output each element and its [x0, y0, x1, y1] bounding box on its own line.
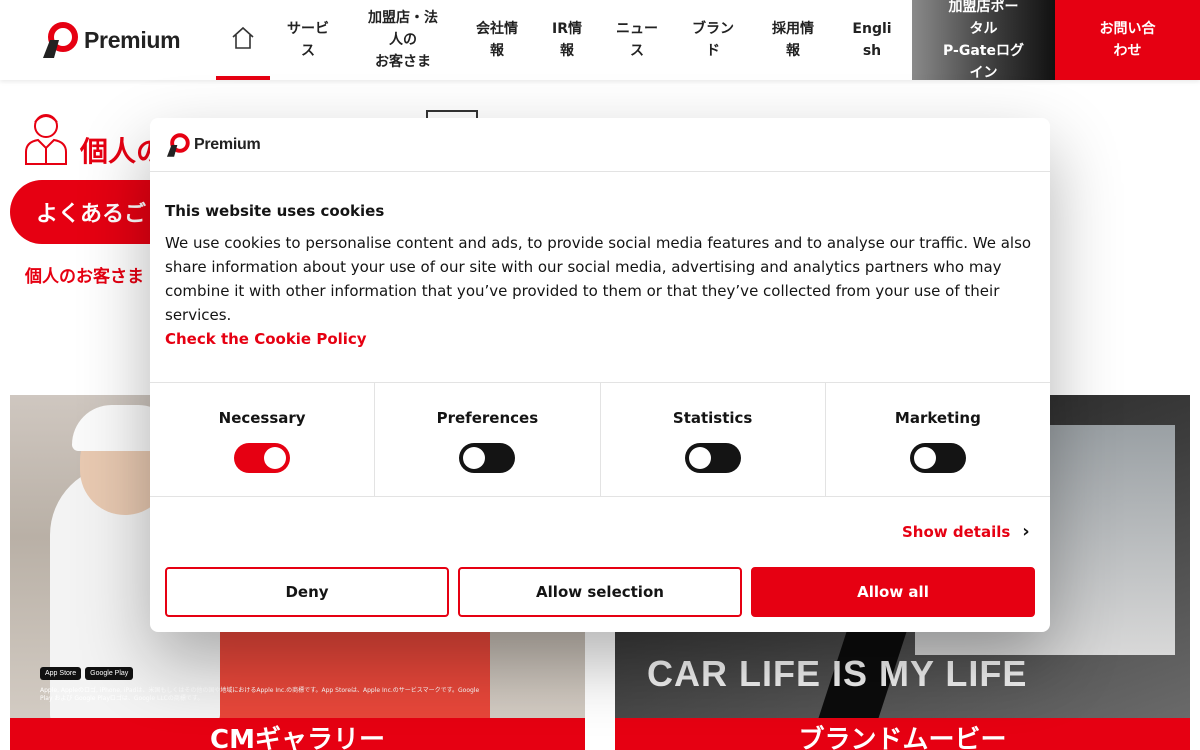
nav-english[interactable]: Engli sh: [844, 0, 900, 80]
logo-text: Premium: [84, 26, 181, 53]
consent-toggles: Necessary Preferences Statistics Marketi…: [150, 382, 1050, 497]
nav-company[interactable]: 会社情 報: [466, 0, 528, 80]
dialog-logo: Premium: [165, 132, 261, 158]
individual-customer-link[interactable]: 個人のお客さま: [25, 262, 144, 287]
premium-logo[interactable]: Premium: [40, 22, 181, 58]
car-life-slogan: CAR LIFE IS MY LIFE: [647, 653, 1028, 694]
preferences-switch[interactable]: [459, 443, 516, 473]
nav-recruit[interactable]: 採用情 報: [762, 0, 824, 80]
show-details-label: Show details: [902, 522, 1011, 541]
premium-logo-icon: [166, 133, 190, 157]
dialog-title: This website uses cookies: [165, 202, 385, 220]
cm-gallery-caption: CMギャラリー: [10, 718, 585, 750]
app-store-badge: App Store: [40, 667, 82, 680]
home-icon: [232, 26, 254, 49]
nav-contact[interactable]: お問い合 わせ: [1055, 0, 1200, 80]
cookie-consent-dialog: Premium This website uses cookies We use…: [150, 118, 1050, 632]
switch-knob: [264, 447, 287, 469]
switch-knob: [688, 447, 711, 469]
marketing-switch[interactable]: [909, 443, 966, 473]
nav-ir[interactable]: IR情 報: [540, 0, 594, 80]
brand-movie-caption: ブランドムービー: [615, 718, 1190, 750]
statistics-switch[interactable]: [684, 443, 741, 473]
show-details-link[interactable]: Show details ›: [902, 521, 1030, 542]
person-icon: [24, 110, 68, 170]
switch-knob: [913, 447, 936, 469]
necessary-switch[interactable]: [234, 443, 291, 473]
toggle-label: Marketing: [894, 409, 981, 427]
nav-brand[interactable]: ブラン ド: [682, 0, 744, 80]
allow-selection-button[interactable]: Allow selection: [458, 567, 742, 617]
premium-logo-icon: [43, 22, 78, 58]
dialog-divider: [150, 171, 1050, 172]
toggle-marketing: Marketing: [826, 383, 1050, 496]
toggle-statistics: Statistics: [601, 383, 826, 496]
chevron-right-icon: ›: [1022, 521, 1030, 542]
cookie-policy-link[interactable]: Check the Cookie Policy: [165, 330, 367, 348]
nav-service[interactable]: サービ ス: [278, 0, 338, 80]
dialog-logo-text: Premium: [194, 136, 261, 153]
nav-portal-login[interactable]: 加盟店ポー タル P-Gateログ イン: [912, 0, 1055, 81]
nav-news[interactable]: ニュー ス: [606, 0, 668, 80]
toggle-label: Necessary: [218, 409, 306, 427]
toggle-label: Preferences: [436, 409, 539, 427]
store-badges: App Store Google Play: [40, 667, 134, 680]
toggle-preferences: Preferences: [375, 383, 601, 496]
allow-all-button[interactable]: Allow all: [751, 567, 1035, 617]
trademark-notice: Apple, Appleのロゴ, iPhone, iPadは、米国もしくはその他…: [40, 687, 480, 702]
nav-merchant-corporate[interactable]: 加盟店・法 人の お客さま: [352, 0, 454, 80]
toggle-necessary: Necessary: [150, 383, 376, 496]
google-play-badge: Google Play: [85, 667, 134, 680]
site-header: Premium サービ ス 加盟店・法 人の お客さま 会社情 報 IR情 報 …: [0, 0, 1200, 81]
toggle-label: Statistics: [672, 409, 753, 427]
dialog-body-text: We use cookies to personalise content an…: [165, 234, 1032, 324]
deny-button[interactable]: Deny: [165, 567, 449, 617]
switch-knob: [463, 447, 486, 469]
nav-home[interactable]: [216, 0, 270, 80]
